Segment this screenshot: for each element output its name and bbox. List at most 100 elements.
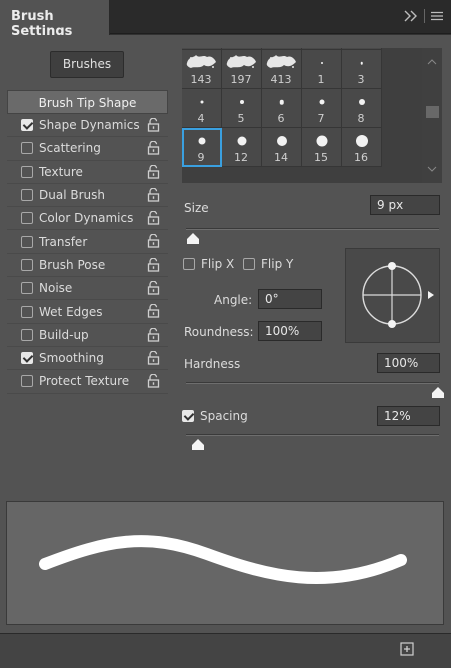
flip-x-option[interactable]: Flip X [183, 257, 234, 271]
option-checkbox[interactable] [21, 305, 33, 318]
option-checkbox[interactable] [21, 258, 33, 271]
option-label: Scattering [39, 141, 101, 156]
option-label: Wet Edges [39, 304, 103, 319]
panel-menu-icon[interactable] [431, 11, 443, 21]
brush-angle-dial-icon[interactable] [346, 249, 439, 342]
brush-tip-shape-item[interactable]: Brush Tip Shape [7, 90, 168, 114]
lock-icon[interactable] [147, 350, 160, 365]
option-checkbox[interactable] [21, 328, 33, 341]
brush-tip-8[interactable]: 8 [342, 89, 382, 128]
option-checkbox[interactable] [21, 282, 33, 295]
brush-tip-5[interactable]: 5 [222, 89, 262, 128]
brush-tip-7[interactable]: 7 [302, 89, 342, 128]
round-brush-icon [279, 99, 284, 105]
collapse-icon[interactable] [404, 10, 418, 22]
spacing-slider[interactable] [186, 434, 439, 436]
lock-icon[interactable] [147, 118, 160, 132]
spacing-option[interactable]: Spacing [182, 409, 248, 423]
round-brush-icon [237, 136, 246, 146]
brush-tip-16[interactable]: 16 [342, 128, 382, 167]
lock-icon[interactable] [147, 164, 160, 179]
new-brush-preset-icon[interactable] [400, 642, 414, 656]
option-checkbox[interactable] [21, 142, 33, 155]
hardness-field[interactable]: 100% [377, 353, 440, 373]
scroll-up-icon[interactable] [427, 59, 437, 65]
brush-stroke-preview [6, 501, 444, 625]
option-checkbox[interactable] [21, 375, 33, 388]
flip-x-label: Flip X [201, 257, 235, 271]
brush-tip-197[interactable]: 197 [222, 50, 262, 89]
spacing-field[interactable]: 12% [377, 406, 440, 426]
roundness-field[interactable]: 100% [258, 321, 322, 341]
lock-icon[interactable] [147, 304, 160, 319]
spacing-checkbox[interactable] [182, 410, 194, 422]
brush-option-noise[interactable]: Noise [7, 277, 168, 301]
hardness-label: Hardness [184, 357, 241, 371]
brush-option-texture[interactable]: Texture [7, 161, 168, 184]
lock-icon[interactable] [147, 257, 160, 272]
scroll-down-icon[interactable] [427, 166, 437, 172]
option-checkbox[interactable] [21, 165, 33, 178]
lock-icon[interactable] [147, 211, 160, 225]
brush-option-dual-brush[interactable]: Dual Brush [7, 184, 168, 208]
brush-tip-3[interactable]: 3 [342, 50, 382, 89]
flip-y-option[interactable]: Flip Y [243, 257, 293, 271]
brush-option-scattering[interactable]: Scattering [7, 137, 168, 161]
brush-size-label: 5 [237, 112, 245, 125]
brush-option-protect-texture[interactable]: Protect Texture [7, 370, 168, 394]
round-brush-icon [320, 62, 323, 64]
hardness-slider[interactable] [186, 382, 439, 384]
brush-tip-4[interactable]: 4 [182, 89, 222, 128]
option-checkbox[interactable] [21, 235, 33, 248]
divider [424, 9, 425, 23]
option-label: Smoothing [39, 351, 104, 366]
lock-icon[interactable] [147, 141, 160, 155]
panel-controls [404, 9, 443, 23]
brush-option-build-up[interactable]: Build-up [7, 324, 168, 347]
lock-icon[interactable] [147, 374, 160, 388]
angle-label: Angle: [214, 293, 253, 307]
size-slider[interactable] [186, 228, 439, 230]
lock-icon[interactable] [147, 281, 160, 295]
option-checkbox[interactable] [21, 212, 33, 225]
option-checkbox[interactable] [21, 189, 33, 202]
lock-icon[interactable] [147, 187, 160, 202]
size-field[interactable]: 9 px [370, 195, 440, 215]
brush-option-brush-pose[interactable]: Brush Pose [7, 254, 168, 278]
scroll-thumb[interactable] [426, 106, 439, 118]
brush-tip-14[interactable]: 14 [262, 128, 302, 167]
tab-brush-settings[interactable]: Brush Settings [0, 0, 110, 39]
brushes-button[interactable]: Brushes [50, 51, 124, 78]
angle-roundness-widget[interactable] [345, 248, 440, 343]
brush-size-label: 8 [357, 112, 365, 125]
option-checkbox[interactable] [21, 119, 33, 132]
option-checkbox[interactable] [21, 352, 33, 365]
panel-title-bar: Brush Settings [0, 0, 451, 39]
brush-option-transfer[interactable]: Transfer [7, 230, 168, 254]
brush-tip-143[interactable]: 143 [182, 50, 222, 89]
brush-size-label: 3 [357, 73, 365, 86]
brush-option-wet-edges[interactable]: Wet Edges [7, 300, 168, 324]
brush-option-shape-dynamics[interactable]: Shape Dynamics [7, 114, 168, 138]
option-label: Build-up [39, 327, 89, 342]
brush-size-label: 4 [197, 112, 205, 125]
brush-tip-9[interactable]: 9 [182, 128, 222, 167]
angle-field[interactable]: 0° [258, 289, 322, 309]
scatter-brush-icon [186, 55, 216, 68]
lock-icon[interactable] [147, 327, 160, 342]
brush-tip-grid: 314153631011431974131345678912141516 [182, 48, 442, 183]
lock-icon[interactable] [147, 234, 160, 249]
flip-y-checkbox[interactable] [243, 258, 255, 270]
brush-tip-12[interactable]: 12 [222, 128, 262, 167]
brush-option-color-dynamics[interactable]: Color Dynamics [7, 207, 168, 231]
option-label: Protect Texture [39, 374, 130, 389]
brush-option-smoothing[interactable]: Smoothing [7, 347, 168, 371]
brush-tip-15[interactable]: 15 [302, 128, 342, 167]
roundness-label: Roundness: [184, 325, 254, 339]
grid-scrollbar[interactable] [422, 48, 442, 183]
brush-tip-1[interactable]: 1 [302, 50, 342, 89]
scatter-brush-icon [226, 55, 256, 68]
brush-tip-413[interactable]: 413 [262, 50, 302, 89]
brush-tip-6[interactable]: 6 [262, 89, 302, 128]
flip-x-checkbox[interactable] [183, 258, 195, 270]
